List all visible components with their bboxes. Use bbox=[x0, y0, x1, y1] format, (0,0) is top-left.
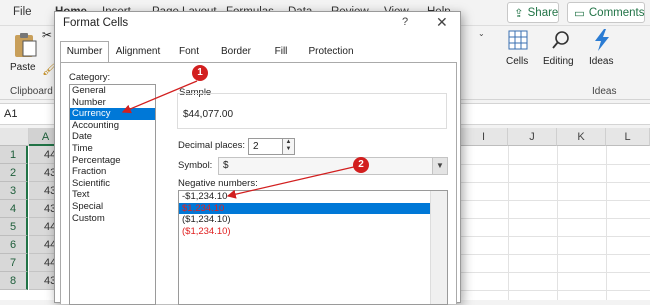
category-fraction[interactable]: Fraction bbox=[70, 166, 155, 178]
category-time[interactable]: Time bbox=[70, 143, 155, 155]
sample-box: $44,077.00 bbox=[177, 93, 447, 129]
cut-icon[interactable]: ✂ bbox=[42, 28, 52, 42]
scrollbar[interactable] bbox=[430, 191, 447, 304]
gridline bbox=[460, 182, 650, 183]
column-header-k[interactable]: K bbox=[557, 128, 606, 146]
row-header[interactable]: 7 bbox=[0, 254, 28, 272]
row-header[interactable]: 6 bbox=[0, 236, 28, 254]
negative-option-3[interactable]: ($1,234.10) bbox=[179, 214, 447, 226]
tab-protection[interactable]: Protection bbox=[301, 42, 361, 62]
column-header-l[interactable]: L bbox=[606, 128, 650, 146]
name-box[interactable]: A1 bbox=[4, 108, 17, 120]
help-button[interactable]: ? bbox=[402, 16, 408, 28]
share-icon: ⇪ bbox=[514, 7, 524, 20]
column-header-i[interactable]: I bbox=[460, 128, 508, 146]
category-number[interactable]: Number bbox=[70, 97, 155, 109]
callout-badge-2: 2 bbox=[353, 157, 369, 173]
gridline bbox=[460, 218, 650, 219]
callout-badge-1: 1 bbox=[192, 65, 208, 81]
negative-numbers-label: Negative numbers: bbox=[178, 178, 258, 189]
category-list[interactable]: General Number Currency Accounting Date … bbox=[69, 84, 156, 305]
cells-label: Cells bbox=[506, 56, 529, 67]
tab-number[interactable]: Number bbox=[60, 41, 109, 63]
chevron-down-icon[interactable]: ▼ bbox=[432, 158, 447, 174]
category-percentage[interactable]: Percentage bbox=[70, 155, 155, 167]
dialog-title: Format Cells bbox=[63, 17, 129, 29]
gridline bbox=[460, 272, 650, 273]
clipboard-group-label: Clipboard bbox=[10, 86, 53, 97]
negative-numbers-list[interactable]: -$1,234.10 $1,234.10 ($1,234.10) ($1,234… bbox=[178, 190, 448, 305]
row-header[interactable]: 4 bbox=[0, 200, 28, 218]
ideas-button[interactable]: Ideas bbox=[587, 28, 617, 76]
share-button[interactable]: ⇪ Share bbox=[507, 2, 559, 23]
symbol-label: Symbol: bbox=[178, 160, 213, 171]
gridline bbox=[460, 254, 650, 255]
category-custom[interactable]: Custom bbox=[70, 213, 155, 225]
cells-button[interactable]: Cells bbox=[500, 28, 536, 76]
comments-button[interactable]: ▭ Comments bbox=[567, 2, 645, 23]
category-text[interactable]: Text bbox=[70, 189, 155, 201]
lightning-icon bbox=[595, 29, 609, 51]
tab-font[interactable]: Font bbox=[167, 42, 211, 62]
negative-option-1[interactable]: -$1,234.10 bbox=[179, 191, 447, 203]
decimal-places-label: Decimal places: bbox=[178, 140, 246, 151]
comment-icon: ▭ bbox=[574, 7, 585, 20]
ideas-button-label: Ideas bbox=[589, 56, 614, 67]
editing-button[interactable]: Editing bbox=[541, 28, 581, 76]
spin-up-icon[interactable]: ▲ bbox=[283, 139, 294, 146]
row-header[interactable]: 1 bbox=[0, 146, 28, 164]
chevron-down-icon[interactable]: ⌄ bbox=[478, 29, 485, 38]
close-button[interactable]: ✕ bbox=[436, 14, 448, 31]
negative-option-2[interactable]: $1,234.10 bbox=[179, 202, 447, 215]
category-special[interactable]: Special bbox=[70, 201, 155, 213]
sample-value: $44,077.00 bbox=[183, 109, 234, 120]
gridline bbox=[460, 200, 650, 201]
category-scientific[interactable]: Scientific bbox=[70, 178, 155, 190]
tab-file[interactable]: File bbox=[13, 6, 32, 18]
category-general[interactable]: General bbox=[70, 85, 155, 97]
row-header[interactable]: 2 bbox=[0, 164, 28, 182]
symbol-select[interactable]: $ ▼ bbox=[218, 157, 448, 175]
symbol-value: $ bbox=[223, 160, 229, 171]
number-tab-panel: Category: General Number Currency Accoun… bbox=[60, 62, 457, 305]
tab-alignment[interactable]: Alignment bbox=[109, 42, 167, 62]
gridline bbox=[460, 164, 650, 165]
category-currency[interactable]: Currency bbox=[70, 108, 155, 120]
clipboard-icon bbox=[15, 33, 37, 57]
gridline bbox=[460, 290, 650, 291]
ideas-group-label: Ideas bbox=[592, 86, 617, 97]
tab-border[interactable]: Border bbox=[211, 42, 261, 62]
paste-label: Paste bbox=[10, 62, 36, 73]
gridline bbox=[557, 146, 558, 300]
row-header[interactable]: 8 bbox=[0, 272, 28, 290]
gridline bbox=[606, 146, 607, 300]
spin-down-icon[interactable]: ▼ bbox=[283, 146, 294, 153]
column-header-j[interactable]: J bbox=[508, 128, 557, 146]
search-icon bbox=[552, 31, 569, 49]
select-all-corner[interactable] bbox=[0, 128, 29, 146]
row-header[interactable]: 3 bbox=[0, 182, 28, 200]
tab-fill[interactable]: Fill bbox=[261, 42, 301, 62]
row-header[interactable]: 5 bbox=[0, 218, 28, 236]
decimal-places-input[interactable]: 2 bbox=[248, 138, 283, 155]
category-label: Category: bbox=[69, 72, 111, 83]
gridline bbox=[460, 236, 650, 237]
category-accounting[interactable]: Accounting bbox=[70, 120, 155, 132]
decimal-places-spinner[interactable]: ▲ ▼ bbox=[282, 138, 295, 155]
negative-option-4[interactable]: ($1,234.10) bbox=[179, 226, 447, 238]
editing-label: Editing bbox=[543, 56, 574, 67]
gridline bbox=[508, 146, 509, 300]
share-label: Share bbox=[527, 6, 559, 19]
format-cells-dialog: Format Cells ? ✕ Number Alignment Font B… bbox=[54, 11, 461, 305]
cells-icon bbox=[508, 30, 528, 50]
paste-button[interactable]: Paste bbox=[8, 32, 42, 78]
category-date[interactable]: Date bbox=[70, 131, 155, 143]
comments-label: Comments bbox=[588, 6, 645, 19]
